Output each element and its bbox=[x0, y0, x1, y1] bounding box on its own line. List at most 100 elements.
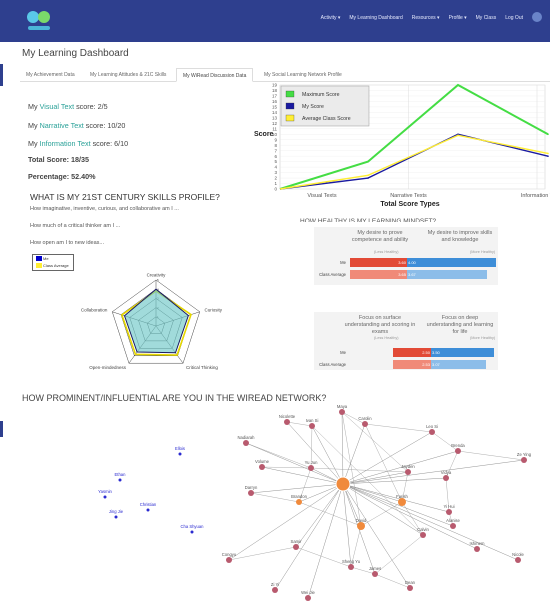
y-tick-label: 2 bbox=[274, 176, 277, 181]
legend-swatch bbox=[285, 102, 295, 110]
network-node bbox=[443, 475, 449, 481]
left-edge-strip bbox=[0, 64, 3, 86]
nav-activity[interactable]: Activity ▾ bbox=[321, 15, 341, 22]
network-node-label: Yasmin bbox=[98, 489, 112, 494]
network-node-label: Christian bbox=[140, 502, 157, 507]
network-node bbox=[474, 546, 480, 552]
network-node-label: Cha Shyuan bbox=[180, 524, 204, 529]
user-avatar-icon[interactable] bbox=[532, 12, 542, 22]
network-node bbox=[407, 585, 413, 591]
network-hub-node-me bbox=[335, 476, 351, 492]
network-node bbox=[305, 595, 311, 601]
legend-swatch bbox=[285, 90, 295, 98]
y-tick-label: 8 bbox=[274, 143, 277, 148]
row-label: Class Average bbox=[319, 362, 346, 367]
nav-profile[interactable]: Profile ▾ bbox=[449, 15, 467, 22]
social-network-graph: Maya Nicolette Ivan Si Carolin Leo Si Nadiara… bbox=[98, 404, 532, 601]
nav-my-learning-dashboard[interactable]: My Learning Dashboard bbox=[349, 15, 402, 22]
tab-social-learning-network[interactable]: My Social Learning Network Profile bbox=[258, 68, 348, 82]
more-healthy-label: (More Healthy) bbox=[470, 250, 496, 254]
nav-menu: Activity ▾ My Learning Dashboard Resourc… bbox=[321, 12, 542, 22]
network-node bbox=[429, 429, 435, 435]
nav-log-out[interactable]: Log Out bbox=[505, 15, 523, 22]
network-node-label: Alanise bbox=[446, 518, 460, 523]
network-node-label: Leo Si bbox=[426, 424, 438, 429]
network-node bbox=[309, 423, 315, 429]
me-less-healthy-bar: 2.50 bbox=[393, 348, 431, 357]
network-node bbox=[284, 419, 290, 425]
percentage-score: Percentage: 52.40% bbox=[28, 172, 96, 181]
network-node-label: Dean bbox=[405, 580, 416, 585]
less-healthy-label: (Less Healthy) bbox=[374, 336, 399, 340]
network-node-label: Yu Jun bbox=[305, 460, 318, 465]
network-node-label: Ishmem bbox=[470, 541, 485, 546]
row-label: Me bbox=[340, 350, 346, 355]
y-tick-label: 18 bbox=[272, 88, 278, 93]
network-edge bbox=[457, 450, 525, 461]
network-node-label: Wei Jie bbox=[301, 590, 315, 595]
data-point bbox=[547, 152, 549, 155]
score-line-chart: 0 1 2 3 4 5 6 7 8 9 10 11 12 13 14 15 16 17 18 19 Visual Tex… bbox=[240, 82, 550, 210]
network-edge bbox=[298, 501, 362, 527]
class-less-healthy-bar: 3.65 bbox=[350, 270, 407, 279]
wiread-logo[interactable] bbox=[24, 6, 54, 36]
legend-swatch bbox=[36, 263, 42, 268]
network-edge bbox=[228, 483, 344, 561]
network-node bbox=[455, 448, 461, 454]
skills-question[interactable]: How open am I to new ideas... bbox=[30, 240, 104, 246]
network-node bbox=[103, 495, 107, 499]
top-navigation-bar: Activity ▾ My Learning Dashboard Resourc… bbox=[0, 0, 550, 42]
network-node-label: Nicole bbox=[512, 552, 524, 557]
class-more-healthy-bar: 3.07 bbox=[431, 360, 486, 369]
network-edge bbox=[310, 467, 409, 473]
network-node bbox=[372, 571, 378, 577]
network-node-label: Samir bbox=[291, 539, 303, 544]
network-node-label: Darryn bbox=[245, 485, 258, 490]
tab-wiread-discussion-data[interactable]: My WiRead Discussion Data bbox=[176, 68, 254, 82]
visual-text-score: My Visual Text score: 2/5 bbox=[28, 102, 108, 111]
series-line-average-class-score bbox=[279, 134, 549, 190]
y-tick-label: 12 bbox=[272, 121, 278, 126]
skills-radar-chart: Creativity Curiosity Critical Thinking Open… bbox=[81, 272, 223, 369]
radar-axis-label: Curiosity bbox=[205, 308, 223, 313]
network-node-label: Carolin bbox=[358, 416, 372, 421]
y-tick-label: 6 bbox=[274, 154, 277, 159]
network-node bbox=[357, 522, 365, 530]
network-node bbox=[348, 564, 354, 570]
data-point bbox=[547, 133, 549, 136]
network-node-label: Jayden bbox=[401, 464, 415, 469]
network-edge bbox=[374, 534, 424, 575]
nav-resources[interactable]: Resources ▾ bbox=[412, 15, 440, 22]
mindset-left-heading: My desire to prove competence and abilit… bbox=[351, 230, 409, 243]
data-point bbox=[457, 134, 459, 137]
skills-question[interactable]: How much of a critical thinker am I ... bbox=[30, 223, 120, 229]
tab-my-achievement-data[interactable]: My Achievement Data bbox=[20, 68, 81, 82]
radar-axis-label: Collaboration bbox=[81, 308, 108, 313]
network-node-label: James bbox=[369, 566, 381, 571]
y-tick-label: 16 bbox=[272, 99, 278, 104]
network-node-label: Maya bbox=[337, 404, 348, 409]
network-node bbox=[308, 465, 314, 471]
network-edge bbox=[342, 483, 403, 503]
class-less-healthy-bar: 2.53 bbox=[393, 360, 431, 369]
network-node bbox=[446, 509, 452, 515]
y-tick-label: 15 bbox=[272, 104, 278, 109]
network-edge bbox=[307, 483, 344, 599]
network-node-label: Vidya bbox=[441, 470, 452, 475]
network-node bbox=[339, 409, 345, 415]
network-node bbox=[248, 490, 254, 496]
legend-label: My Score bbox=[302, 104, 324, 110]
more-healthy-label: (More Healthy) bbox=[470, 336, 496, 340]
network-node-label: Calvin bbox=[417, 527, 429, 532]
x-tick-label: Narrative Texts bbox=[390, 193, 427, 199]
mindset-right-heading: My desire to improve skills and knowledg… bbox=[427, 230, 493, 243]
network-node bbox=[362, 421, 368, 427]
y-axis-label: Score bbox=[254, 131, 274, 138]
data-point bbox=[457, 84, 459, 86]
network-edge bbox=[341, 411, 344, 485]
skills-question[interactable]: How imaginative, inventive, curious, and… bbox=[30, 206, 179, 212]
tab-learning-attitudes[interactable]: My Learning Attitudes & 21C Skills bbox=[84, 68, 172, 82]
network-node-label: Brenda bbox=[451, 443, 465, 448]
network-edge bbox=[341, 411, 409, 473]
nav-my-class[interactable]: My Class bbox=[476, 15, 497, 22]
